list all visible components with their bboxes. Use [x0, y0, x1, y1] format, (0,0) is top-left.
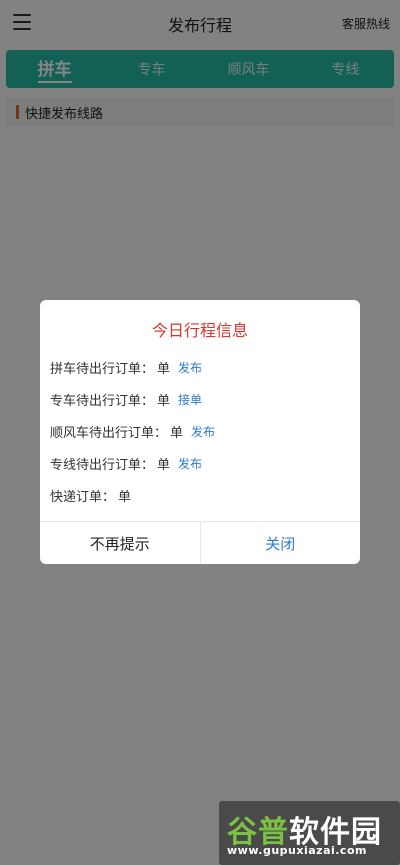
order-unit: 单	[170, 425, 184, 441]
order-unit: 单	[118, 489, 132, 505]
publish-link[interactable]: 发布	[178, 455, 202, 472]
watermark-url: www.gupuxiazai.com	[227, 844, 367, 857]
order-row-dedicated-line: 专线待出行订单： 单 发布	[50, 453, 202, 473]
close-button[interactable]: 关闭	[201, 522, 361, 564]
order-row-carpool: 拼车待出行订单： 单 发布	[50, 357, 202, 377]
modal-title: 今日行程信息	[151, 321, 248, 340]
order-row-ride-share: 顺风车待出行订单： 单 发布	[50, 421, 215, 441]
accept-order-link[interactable]: 接单	[178, 391, 202, 408]
today-trip-modal: 今日行程信息 拼车待出行订单： 单 发布 专车待出行订单： 单 接单 顺风车待出…	[40, 300, 360, 564]
order-label: 顺风车待出行订单：	[50, 425, 168, 441]
modal-footer: 不再提示 关闭	[40, 521, 360, 564]
order-row-express: 快递订单： 单	[50, 485, 131, 505]
order-unit: 单	[157, 393, 171, 409]
order-label: 专线待出行订单：	[50, 457, 155, 473]
order-label: 快递订单：	[50, 489, 116, 505]
order-unit: 单	[157, 457, 171, 473]
publish-link[interactable]: 发布	[191, 423, 215, 440]
publish-link[interactable]: 发布	[178, 359, 202, 376]
order-label: 拼车待出行订单：	[50, 361, 155, 377]
order-unit: 单	[157, 361, 171, 377]
do-not-remind-button[interactable]: 不再提示	[40, 522, 201, 564]
order-row-private-car: 专车待出行订单： 单 接单	[50, 389, 202, 409]
site-watermark-logo: 谷普软件园 www.gupuxiazai.com	[219, 801, 400, 865]
order-label: 专车待出行订单：	[50, 393, 155, 409]
